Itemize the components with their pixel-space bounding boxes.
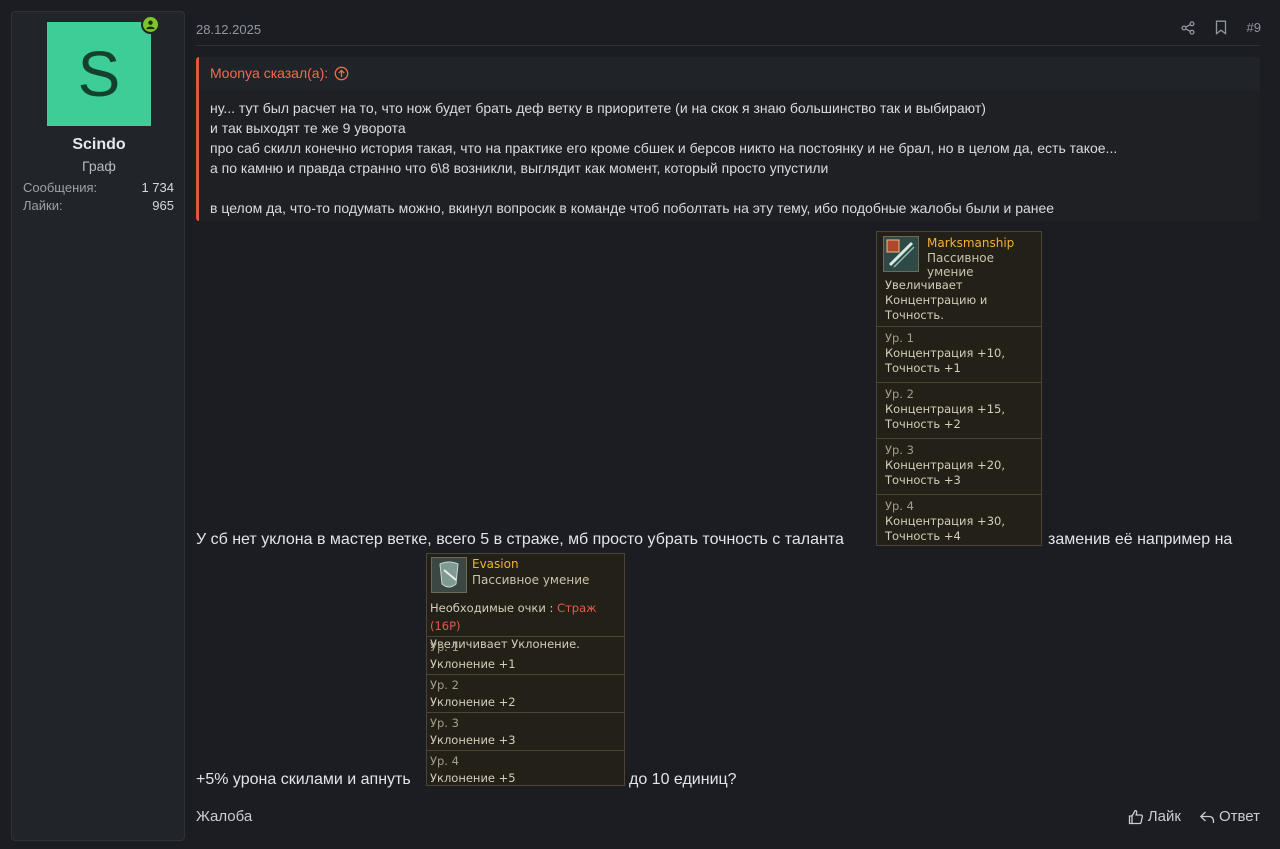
- forum-post: S Scindo Граф Сообщения: 1 734 Лайки: 96…: [0, 0, 1280, 849]
- post-footer: Жалоба Лайк Ответ: [196, 808, 1260, 825]
- tooltip-description: Увеличивает Концентрацию и Точность.: [877, 278, 1041, 326]
- tooltip-level-line: Концентрация +15,: [885, 402, 1005, 416]
- message-text: У сб нет уклона в мастер ветке, всего 5 …: [196, 531, 844, 548]
- online-status-icon: [141, 15, 160, 34]
- report-link[interactable]: Жалоба: [196, 808, 252, 825]
- message-line: заменив её например на: [1048, 531, 1232, 549]
- tooltip-level-line: Точность +2: [885, 417, 961, 431]
- stat-messages: Сообщения: 1 734: [23, 180, 174, 195]
- reply-label: Ответ: [1218, 808, 1260, 825]
- tooltip-level-line: Точность +4: [885, 529, 961, 543]
- tooltip-level: Ур. 3 Концентрация +20, Точность +3: [877, 438, 1041, 494]
- tooltip-skill-type: Пассивное умение: [472, 573, 590, 587]
- like-button[interactable]: Лайк: [1128, 808, 1181, 825]
- tooltip-skill-type: Пассивное умение: [927, 251, 995, 279]
- reply-button[interactable]: Ответ: [1199, 808, 1260, 825]
- quote-header[interactable]: Moonya сказал(а):: [210, 65, 349, 81]
- message-line: У сб нет уклона в мастер ветке, всего 5 …: [196, 531, 844, 549]
- tooltip-level-label: Ур. 4: [430, 754, 459, 768]
- tooltip-skill-name: Marksmanship: [927, 236, 1015, 250]
- marksmanship-tooltip-image[interactable]: Marksmanship Пассивное умение Увеличивае…: [876, 231, 1042, 546]
- message-text: до 10 единиц?: [629, 771, 737, 788]
- quote-line: ну... тут был расчет на то, что нож буде…: [210, 100, 986, 116]
- tooltip-req-label: Необходимые очки :: [430, 601, 554, 615]
- arrow-up-circle-icon[interactable]: [334, 66, 349, 81]
- quote-author[interactable]: Moonya сказал(а):: [210, 65, 328, 81]
- reply-arrow-icon: [1199, 811, 1215, 823]
- tooltip-level: Ур. 4 Уклонение +5: [427, 750, 624, 785]
- quote-line: и так выходят те же 9 уворота: [210, 120, 406, 136]
- tooltip-level-line: Точность +3: [885, 473, 961, 487]
- stat-value: 965: [152, 198, 174, 213]
- evasion-skill-icon: [431, 557, 467, 593]
- tooltip-header: Marksmanship Пассивное умение: [877, 232, 1041, 279]
- tooltip-desc-line: Увеличивает: [885, 278, 963, 292]
- tooltip-level-label: Ур. 2: [430, 678, 459, 692]
- evasion-tooltip-image[interactable]: Evasion Пассивное умение Необходимые очк…: [426, 553, 625, 786]
- quote-line: про саб скилл конечно история такая, что…: [210, 140, 1118, 156]
- tooltip-level-label: Ур. 1: [885, 331, 914, 345]
- stat-likes: Лайки: 965: [23, 198, 174, 213]
- stat-label: Сообщения:: [23, 180, 98, 195]
- tooltip-req-line: Необходимые очки : Страж (16Р): [430, 599, 621, 635]
- tooltip-level-line: Уклонение +5: [430, 771, 516, 785]
- like-label: Лайк: [1147, 808, 1181, 825]
- tooltip-skill-name: Evasion: [472, 557, 519, 571]
- thumbs-up-icon: [1128, 809, 1143, 824]
- tooltip-level-line: Концентрация +30,: [885, 514, 1005, 528]
- user-icon: [146, 20, 155, 30]
- stat-value: 1 734: [141, 180, 174, 195]
- message-text: заменив её например на: [1048, 531, 1233, 548]
- message-line: +5% урона скилами и апнуть: [196, 771, 411, 789]
- tooltip-level-line: Концентрация +10,: [885, 346, 1005, 360]
- avatar-letter: S: [77, 38, 121, 110]
- tooltip-level: Ур. 3 Уклонение +3: [427, 712, 624, 750]
- tooltip-level: Ур. 4 Концентрация +30, Точность +4: [877, 494, 1041, 546]
- marksmanship-skill-icon: [883, 236, 919, 272]
- quote-line: в целом да, что-то подумать можно, вкину…: [210, 200, 1055, 216]
- username[interactable]: Scindo: [12, 136, 186, 154]
- quote-line: а по камню и правда странно что 6\8 возн…: [210, 160, 829, 176]
- tooltip-level: Ур. 2 Концентрация +15, Точность +2: [877, 382, 1041, 438]
- tooltip-header: Evasion Пассивное умение: [427, 554, 624, 596]
- tooltip-desc-line: Концентрацию и: [885, 293, 988, 307]
- tooltip-level: Ур. 2 Уклонение +2: [427, 674, 624, 712]
- tooltip-desc-line: Точность.: [885, 308, 944, 322]
- tooltip-level-label: Ур. 2: [885, 387, 914, 401]
- quote-body: ну... тут был расчет на то, что нож буде…: [199, 90, 1260, 221]
- post-number[interactable]: #9: [1247, 20, 1261, 35]
- tooltip-level-label: Ур. 4: [885, 499, 914, 513]
- tooltip-level-label: Ур. 3: [885, 443, 914, 457]
- share-icon[interactable]: [1180, 20, 1195, 35]
- quote-blank-line: [210, 178, 1249, 198]
- quote-block: Moonya сказал(а): ну... тут был расчет н…: [196, 57, 1260, 221]
- post-header-actions: #9: [1180, 20, 1261, 35]
- header-divider: [196, 45, 1260, 46]
- tooltip-level-line: Уклонение +3: [430, 733, 516, 747]
- tooltip-level-line: Уклонение +1: [430, 657, 516, 671]
- tooltip-level-label: Ур. 3: [430, 716, 459, 730]
- message-line: до 10 единиц?: [629, 771, 737, 789]
- message-text: +5% урона скилами и апнуть: [196, 771, 411, 788]
- user-title: Граф: [82, 158, 116, 174]
- stat-label: Лайки:: [23, 198, 63, 213]
- tooltip-level-line: Точность +1: [885, 361, 961, 375]
- tooltip-level: Ур. 1 Концентрация +10, Точность +1: [877, 326, 1041, 382]
- footer-actions: Лайк Ответ: [1128, 808, 1260, 825]
- tooltip-level-line: Концентрация +20,: [885, 458, 1005, 472]
- tooltip-level-line: Уклонение +2: [430, 695, 516, 709]
- bookmark-icon[interactable]: [1215, 20, 1227, 35]
- user-sidebar: S Scindo Граф Сообщения: 1 734 Лайки: 96…: [11, 11, 185, 841]
- tooltip-requirements: Необходимые очки : Страж (16Р) Увеличива…: [427, 596, 624, 651]
- avatar[interactable]: S: [47, 22, 151, 126]
- post-date[interactable]: 28.12.2025: [196, 22, 261, 37]
